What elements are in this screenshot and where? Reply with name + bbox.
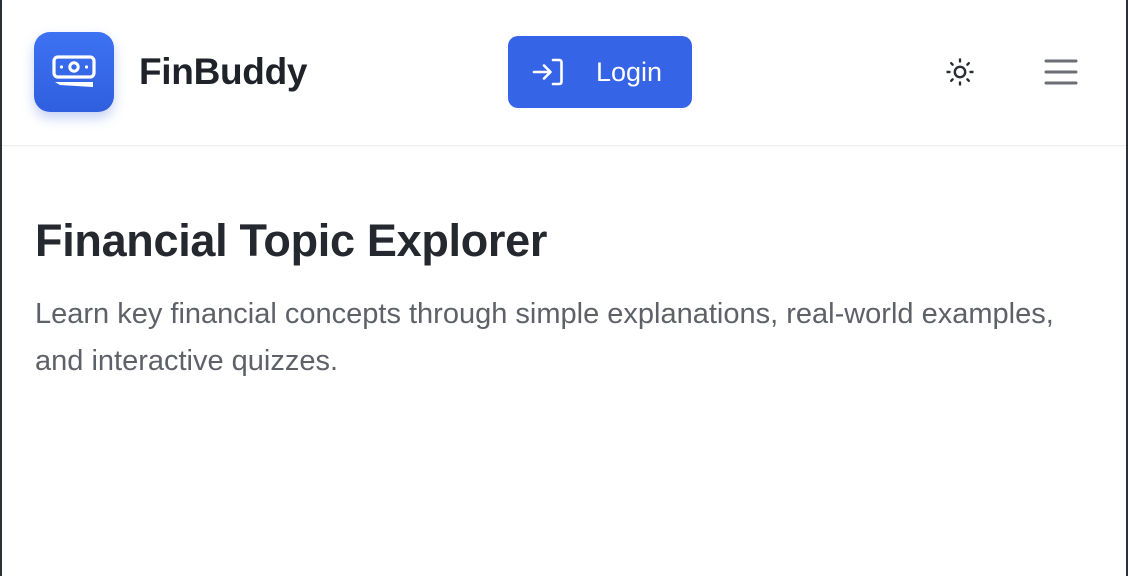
money-bill-icon	[52, 55, 96, 89]
menu-button[interactable]	[1040, 54, 1080, 90]
page-title: Financial Topic Explorer	[35, 215, 548, 266]
login-button[interactable]: Login	[508, 36, 692, 108]
brand-name[interactable]: FinBuddy	[139, 50, 307, 94]
page-subtitle: Learn key financial concepts through sim…	[35, 298, 1054, 377]
sun-icon	[940, 53, 980, 93]
theme-toggle-button[interactable]	[940, 53, 980, 93]
top-header: FinBuddy Login	[2, 0, 1126, 146]
brand-logo[interactable]	[34, 32, 114, 112]
login-label: Login	[596, 57, 663, 87]
app-frame: FinBuddy Login Financial Topic Explorer …	[0, 0, 1128, 576]
sign-in-icon	[532, 58, 564, 86]
hamburger-menu-icon	[1040, 54, 1080, 90]
